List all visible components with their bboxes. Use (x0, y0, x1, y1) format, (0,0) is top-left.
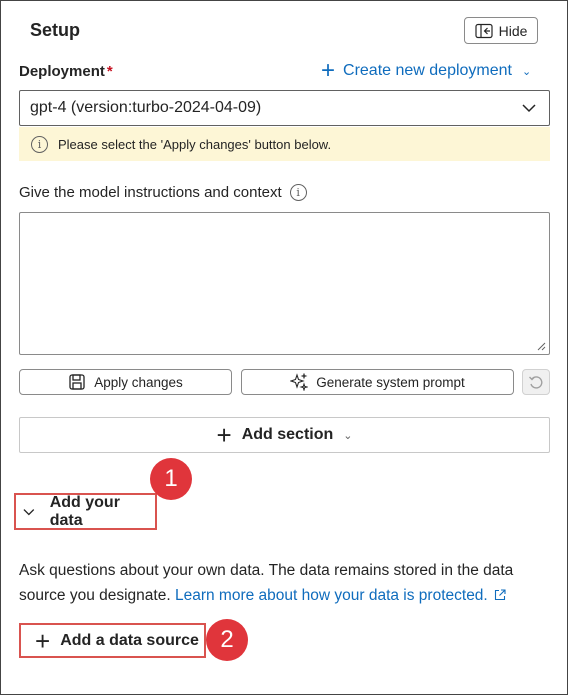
info-icon[interactable]: i (289, 184, 307, 201)
create-deployment-label: Create new deployment (343, 62, 512, 79)
external-link-icon (494, 589, 506, 601)
apply-changes-label: Apply changes (94, 374, 183, 390)
callout-badge-1: 1 (150, 458, 192, 500)
chevron-down-icon: ⌄ (522, 65, 532, 78)
apply-changes-button[interactable]: Apply changes (19, 369, 232, 395)
chevron-down-icon: ⌄ (343, 429, 353, 442)
undo-icon (529, 376, 543, 389)
deployment-selected-value: gpt-4 (version:turbo-2024-04-09) (30, 99, 262, 116)
chevron-down-icon (23, 508, 35, 515)
add-your-data-toggle[interactable]: Add your data (14, 493, 157, 530)
plus-icon: + (216, 420, 232, 450)
add-data-source-label: Add a data source (60, 631, 199, 649)
learn-more-link-text: Learn more about how your data is protec… (174, 587, 488, 604)
instructions-label: Give the model instructions and context … (19, 184, 307, 201)
generate-prompt-label: Generate system prompt (316, 374, 465, 390)
data-description: Ask questions about your own data. The d… (19, 558, 529, 608)
deployment-label: Deployment * (19, 63, 113, 80)
generate-system-prompt-button[interactable]: Generate system prompt (241, 369, 514, 395)
sparkle-icon (290, 373, 309, 391)
hide-button-label: Hide (498, 22, 528, 39)
save-icon (69, 374, 85, 390)
learn-more-link[interactable]: Learn more about how your data is protec… (175, 587, 506, 604)
hide-button[interactable]: Hide (464, 17, 538, 44)
info-icon: i (31, 135, 48, 153)
reset-button[interactable] (522, 369, 550, 395)
callout-badge-2: 2 (206, 619, 248, 661)
deployment-select[interactable]: gpt-4 (version:turbo-2024-04-09) (19, 90, 550, 126)
instructions-label-text: Give the model instructions and context (19, 184, 282, 201)
chevron-down-icon (522, 104, 536, 113)
add-section-label: Add section (241, 426, 334, 443)
required-asterisk: * (106, 63, 113, 80)
add-section-button[interactable]: + Add section ⌄ (19, 417, 550, 453)
add-data-source-button[interactable]: + Add a data source (19, 623, 206, 658)
plus-icon: + (35, 625, 51, 656)
deployment-label-text: Deployment (19, 63, 105, 80)
panel-title: Setup (30, 20, 81, 40)
apply-changes-notice: i Please select the 'Apply changes' butt… (19, 127, 550, 161)
notice-text: Please select the 'Apply changes' button… (58, 136, 332, 152)
system-instructions-textarea[interactable] (19, 212, 550, 355)
setup-panel: Setup Hide Deployment * + Create new depl… (0, 0, 568, 695)
add-your-data-label: Add your data (49, 493, 120, 529)
plus-icon: + (321, 57, 336, 84)
create-new-deployment-button[interactable]: + Create new deployment ⌄ (321, 57, 532, 84)
resize-grip-icon[interactable] (536, 341, 546, 351)
panel-collapse-icon (474, 23, 493, 38)
